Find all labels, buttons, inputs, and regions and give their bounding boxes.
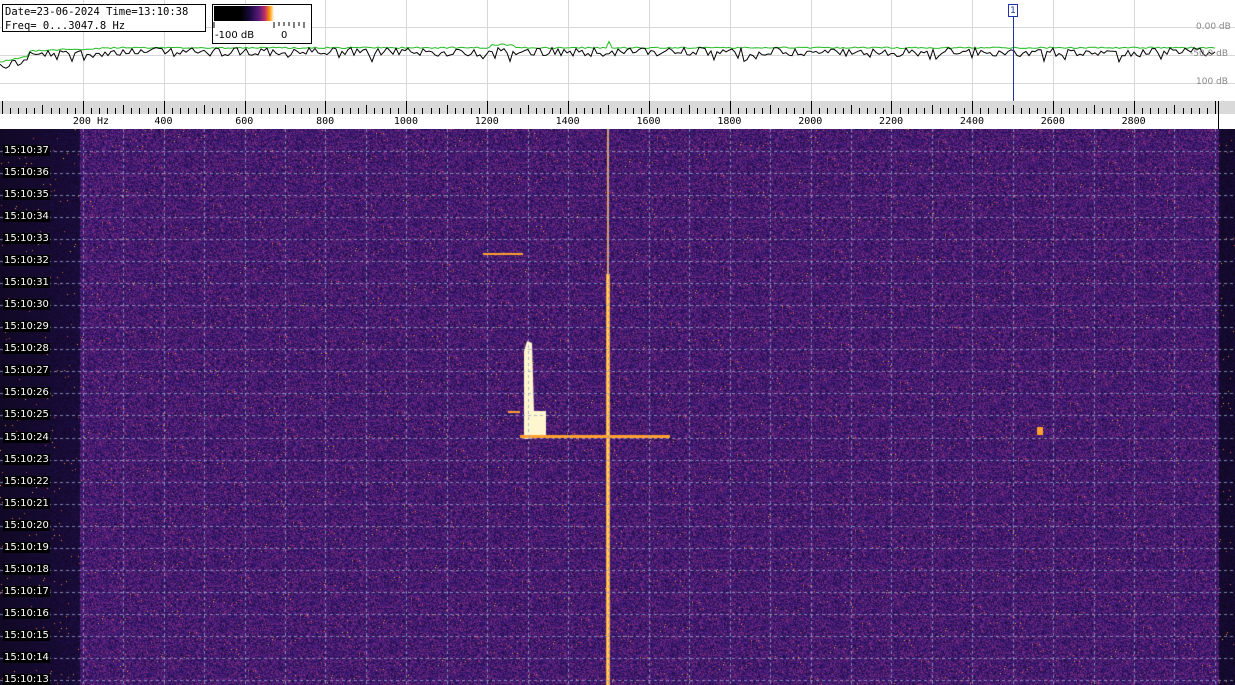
time-label: 15:10:33 xyxy=(3,233,50,244)
spectrum-trace xyxy=(0,46,1216,69)
time-label: 15:10:22 xyxy=(3,476,50,487)
time-label: 15:10:37 xyxy=(3,145,50,156)
time-label: 15:10:20 xyxy=(3,520,50,531)
freq-label: 800 xyxy=(316,116,335,127)
time-label: 15:10:32 xyxy=(3,255,50,266)
freq-label: 2600 xyxy=(1040,116,1065,127)
time-label: 15:10:35 xyxy=(3,189,50,200)
colorbar-max-label: 0 xyxy=(281,30,288,41)
freq-label: 2000 xyxy=(798,116,823,127)
time-label: 15:10:25 xyxy=(3,409,50,420)
freq-label: 1800 xyxy=(717,116,742,127)
marker-1-handle[interactable]: 1 xyxy=(1008,4,1018,17)
time-label: 15:10:31 xyxy=(3,277,50,288)
spectrum-panel: Date=23-06-2024 Time=13:10:38 Freq= 0...3… xyxy=(0,0,1235,101)
db-label-50: -50.0 dB xyxy=(1190,49,1229,59)
frequency-ruler: 200 Hz 400 600 800 1000 1200 1400 1600 1800 2000 2… xyxy=(0,101,1235,129)
time-label: 15:10:24 xyxy=(3,432,50,443)
time-label: 15:10:15 xyxy=(3,630,50,641)
db-label-100: 100 dB xyxy=(1196,77,1228,87)
freq-label: 1000 xyxy=(393,116,418,127)
waterfall-canvas[interactable] xyxy=(0,129,1235,685)
time-label: 15:10:23 xyxy=(3,454,50,465)
freq-label: 1600 xyxy=(636,116,661,127)
db-label-0: 0.00 dB xyxy=(1196,22,1231,32)
time-label: 15:10:26 xyxy=(3,387,50,398)
freq-label: 2800 xyxy=(1121,116,1146,127)
time-label: 15:10:13 xyxy=(3,674,50,685)
freq-label: 200 Hz xyxy=(72,116,109,127)
time-label: 15:10:27 xyxy=(3,365,50,376)
time-label: 15:10:30 xyxy=(3,299,50,310)
time-label: 15:10:17 xyxy=(3,586,50,597)
date-time-text: Date=23-06-2024 Time=13:10:38 xyxy=(5,6,189,18)
time-label: 15:10:14 xyxy=(3,652,50,663)
freq-label: 400 xyxy=(154,116,173,127)
time-label: 15:10:16 xyxy=(3,608,50,619)
time-label: 15:10:19 xyxy=(3,542,50,553)
time-label: 15:10:28 xyxy=(3,343,50,354)
freq-label: 600 xyxy=(235,116,254,127)
freq-label: 2200 xyxy=(879,116,904,127)
time-label: 15:10:21 xyxy=(3,498,50,509)
time-label: 15:10:18 xyxy=(3,564,50,575)
freq-label: 1200 xyxy=(474,116,499,127)
waterfall-display[interactable]: 15:10:37 15:10:36 15:10:35 15:10:34 15:10:33… xyxy=(0,129,1235,685)
info-box: Date=23-06-2024 Time=13:10:38 Freq= 0...3… xyxy=(2,4,206,32)
freq-range-text: Freq= 0...3047.8 Hz xyxy=(5,20,126,32)
time-label: 15:10:34 xyxy=(3,211,50,222)
colorbar-legend: -100 dB 0 xyxy=(212,4,312,44)
time-label: 15:10:29 xyxy=(3,321,50,332)
time-label: 15:10:36 xyxy=(3,167,50,178)
freq-label: 2400 xyxy=(959,116,984,127)
freq-label: 1400 xyxy=(555,116,580,127)
colorbar-min-label: -100 dB xyxy=(215,30,255,41)
